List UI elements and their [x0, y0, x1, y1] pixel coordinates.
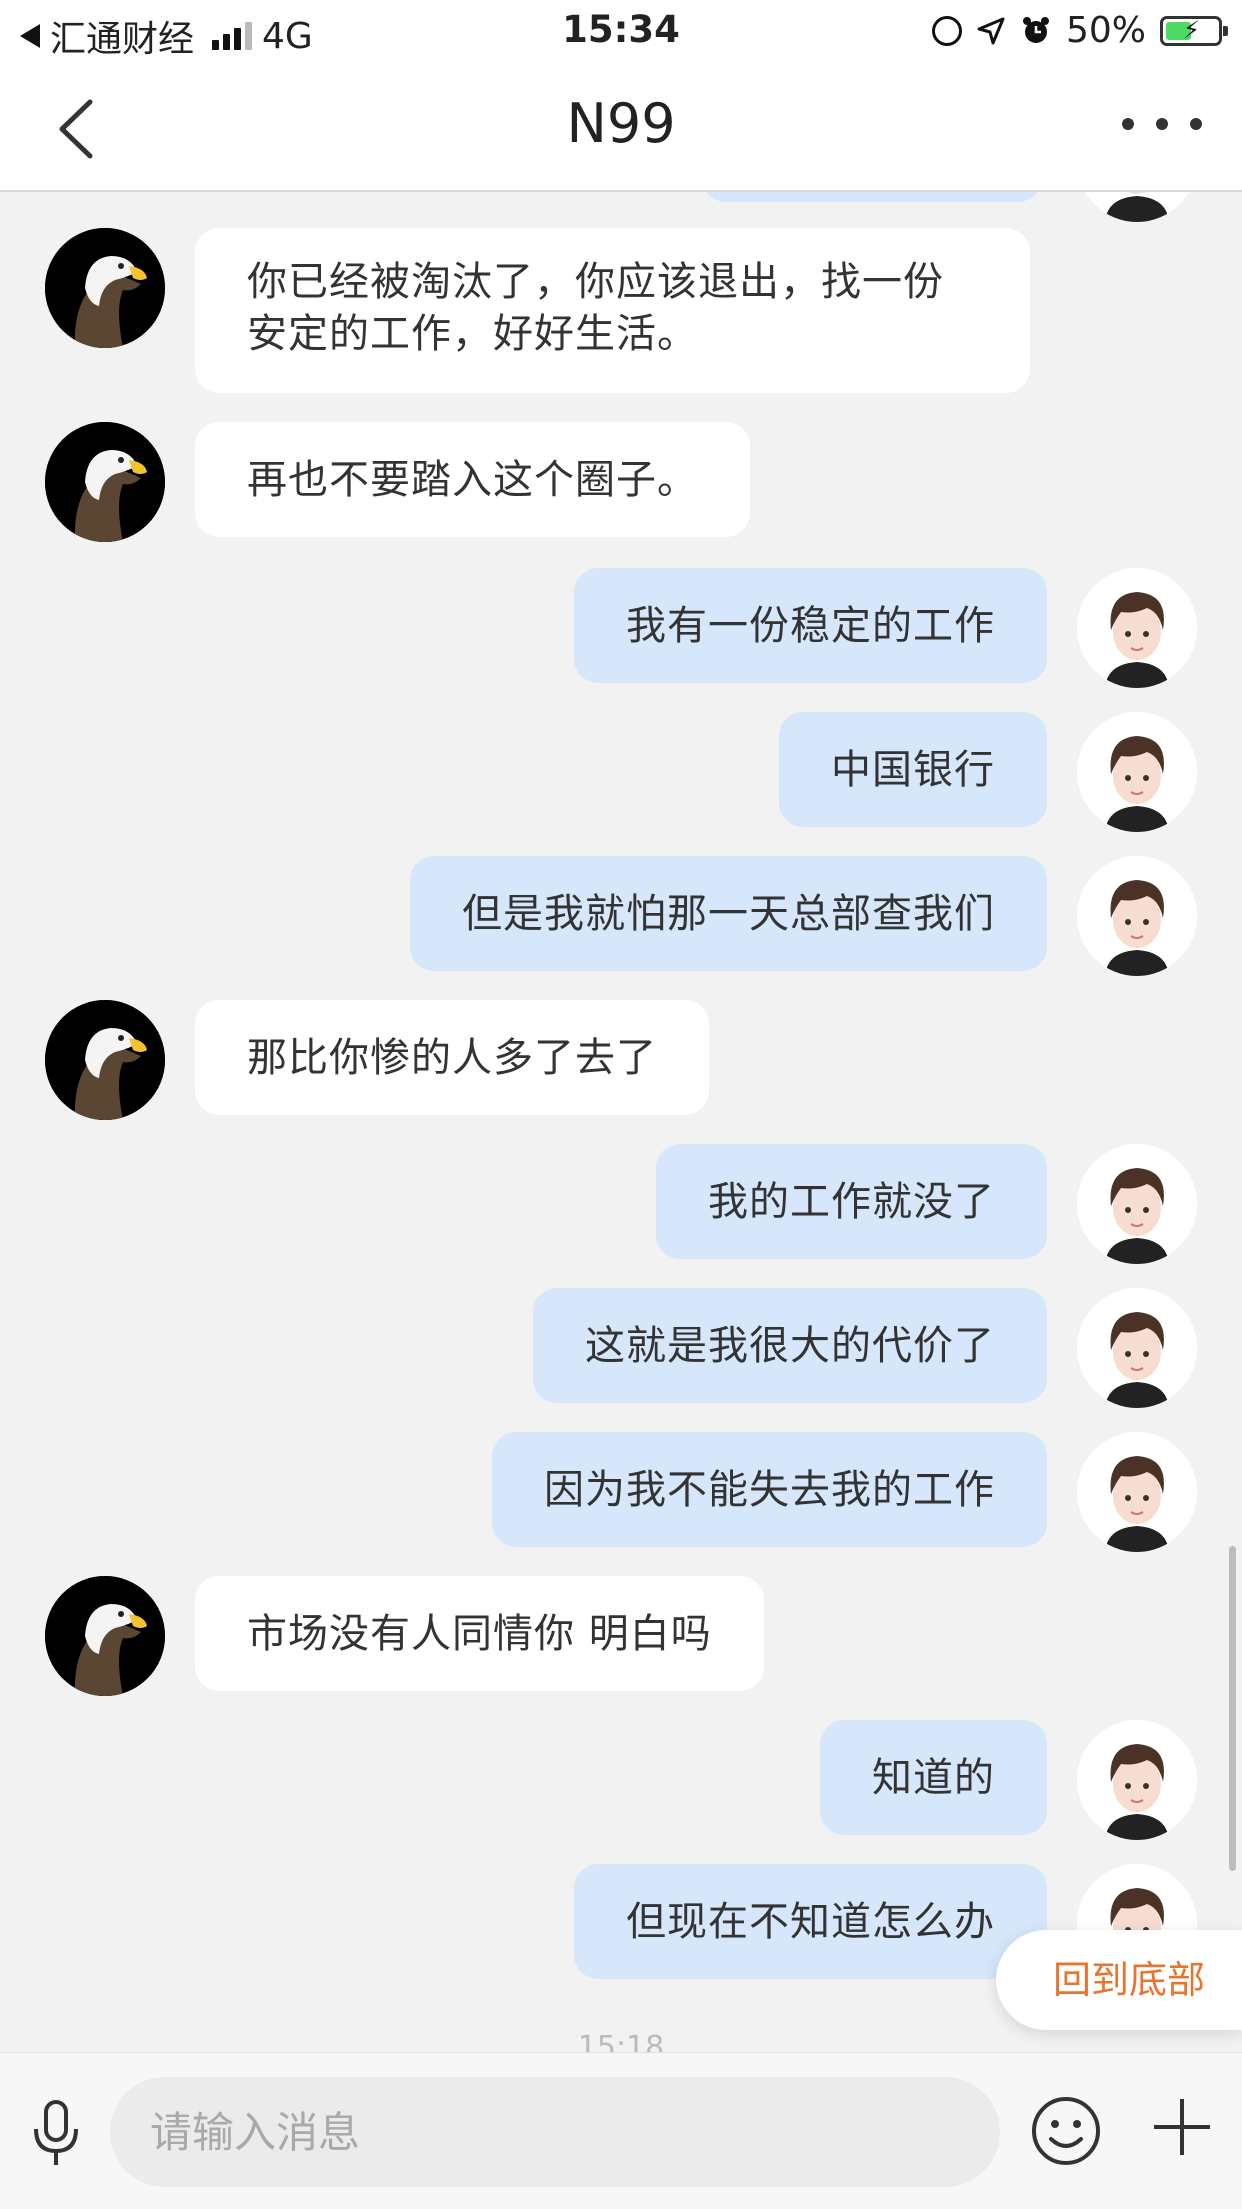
- nav-bar: N99: [0, 64, 1242, 192]
- user-avatar[interactable]: [1077, 1144, 1197, 1264]
- partial-message-bubble: [702, 192, 1042, 202]
- eagle-avatar[interactable]: [45, 1000, 165, 1120]
- user-avatar[interactable]: [1077, 568, 1197, 688]
- scrollbar[interactable]: [1229, 1546, 1236, 1871]
- alarm-icon: [1022, 16, 1049, 43]
- battery-icon: ⚡: [1160, 15, 1228, 46]
- user-avatar[interactable]: [1077, 856, 1197, 976]
- emoji-icon[interactable]: [1030, 2095, 1102, 2167]
- outgoing-message[interactable]: 我有一份稳定的工作: [574, 568, 1047, 683]
- input-bar: [0, 2052, 1242, 2209]
- user-avatar[interactable]: [1077, 712, 1197, 832]
- back-to-bottom-button[interactable]: 回到底部: [996, 1930, 1242, 2030]
- message-timestamp: 15:18: [577, 2030, 665, 2052]
- incoming-message[interactable]: 市场没有人同情你 明白吗: [195, 1576, 764, 1691]
- eagle-avatar[interactable]: [45, 1576, 165, 1696]
- user-avatar: [1077, 192, 1197, 222]
- user-avatar[interactable]: [1077, 1288, 1197, 1408]
- incoming-message[interactable]: 那比你惨的人多了去了: [195, 1000, 709, 1115]
- status-bar-right: 50% ⚡: [931, 10, 1228, 51]
- user-avatar[interactable]: [1077, 1720, 1197, 1840]
- user-avatar[interactable]: [1077, 1432, 1197, 1552]
- dot: [1122, 118, 1134, 130]
- page-title: N99: [566, 92, 676, 155]
- outgoing-message[interactable]: 我的工作就没了: [656, 1144, 1047, 1259]
- battery-percent: 50%: [1065, 10, 1146, 51]
- chat-area[interactable]: 你已经被淘汰了，你应该退出，找一份安定的工作，好好生活。 再也不要踏入这个圈子。…: [0, 192, 1242, 2052]
- outgoing-message[interactable]: 因为我不能失去我的工作: [492, 1432, 1047, 1547]
- message-input[interactable]: [110, 2077, 1000, 2187]
- incoming-message[interactable]: 再也不要踏入这个圈子。: [195, 422, 750, 537]
- eagle-avatar[interactable]: [45, 422, 165, 542]
- outgoing-message[interactable]: 但现在不知道怎么办: [574, 1864, 1047, 1979]
- outgoing-message[interactable]: 知道的: [820, 1720, 1047, 1835]
- outgoing-message[interactable]: 中国银行: [779, 712, 1047, 827]
- outgoing-message[interactable]: 但是我就怕那一天总部查我们: [410, 856, 1047, 971]
- eagle-avatar[interactable]: [45, 228, 165, 348]
- charging-bolt-icon: ⚡: [1183, 15, 1200, 44]
- more-dots-icon[interactable]: [1122, 104, 1202, 144]
- microphone-icon[interactable]: [30, 2099, 82, 2169]
- outgoing-message[interactable]: 这就是我很大的代价了: [533, 1288, 1047, 1403]
- dot: [1190, 118, 1202, 130]
- location-icon: [977, 17, 1005, 44]
- status-bar: 汇通财经 4G 15:34 50% ⚡: [0, 0, 1242, 64]
- rotation-lock-icon: [931, 15, 962, 46]
- plus-icon[interactable]: [1150, 2095, 1214, 2159]
- incoming-message[interactable]: 你已经被淘汰了，你应该退出，找一份安定的工作，好好生活。: [195, 228, 1030, 393]
- dot: [1156, 118, 1168, 130]
